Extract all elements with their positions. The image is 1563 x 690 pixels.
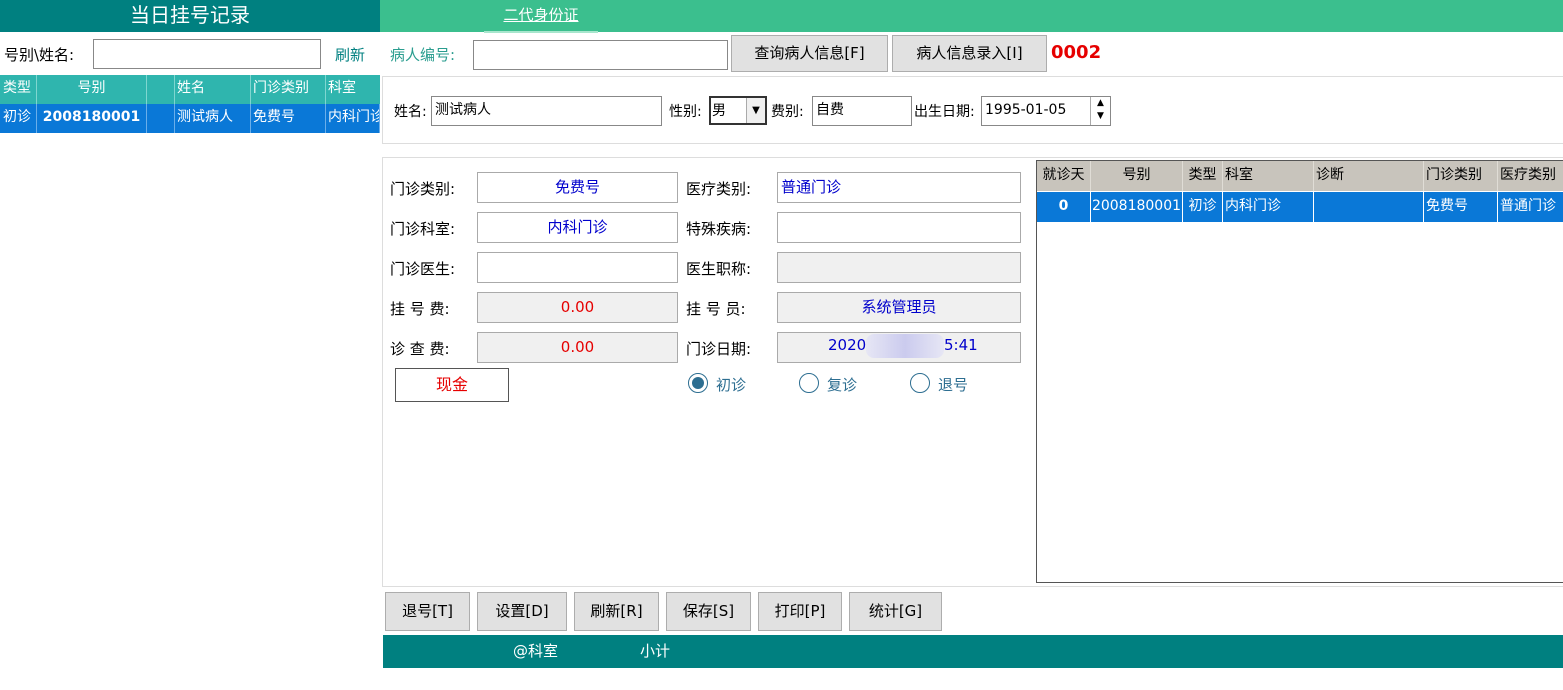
refresh-button[interactable]: 刷新[R] [574, 592, 659, 631]
patient-number-label: 病人编号: [390, 46, 456, 64]
redacted-mask [866, 334, 944, 358]
name-label: 姓名: [394, 104, 427, 120]
cash-button[interactable]: 现金 [395, 368, 509, 402]
radio-return-visit-label[interactable]: 复诊 [827, 374, 857, 395]
column-header-dept[interactable]: 科室 [1223, 161, 1314, 191]
print-button[interactable]: 打印[P] [758, 592, 842, 631]
cancel-registration-button[interactable]: 退号[T] [385, 592, 470, 631]
today-registration-table: 类型 号别 姓名 门诊类别 科室 初诊 2008180001 测试病人 免费号 … [0, 75, 380, 133]
cell-name: 测试病人 [175, 104, 251, 133]
column-header-medical-type[interactable]: 医疗类别 [1498, 161, 1563, 191]
cell-number: 2008180001 [37, 104, 147, 133]
cell-clinic-type: 免费号 [1424, 192, 1498, 222]
spin-up-icon[interactable]: ▲ [1091, 97, 1110, 110]
gender-value: 男 [712, 103, 726, 119]
status-bar: @科室 小计 [383, 635, 1563, 668]
column-header-diagnosis[interactable]: 诊断 [1314, 161, 1424, 191]
search-input[interactable] [93, 39, 321, 69]
column-header-name[interactable]: 姓名 [175, 75, 251, 104]
dob-label: 出生日期: [914, 104, 975, 120]
settings-button[interactable]: 设置[D] [477, 592, 567, 631]
dob-spinner[interactable]: ▲ ▼ [1090, 97, 1110, 125]
doctor-title-field [777, 252, 1021, 283]
registrar-label: 挂 号 员: [686, 300, 746, 318]
gender-label: 性别: [669, 104, 702, 120]
visit-history-table: 就诊天 号别 类型 科室 诊断 门诊类别 医疗类别 0 2008180001 初… [1036, 160, 1563, 583]
clinic-type-label: 门诊类别: [390, 180, 456, 198]
clinic-dept-label: 门诊科室: [390, 220, 456, 238]
doctor-label: 门诊医生: [390, 260, 456, 278]
column-header-type[interactable]: 类型 [1183, 161, 1223, 191]
column-header-dept[interactable]: 科室 [326, 75, 380, 104]
table-row[interactable]: 0 2008180001 初诊 内科门诊 免费号 普通门诊 [1037, 192, 1563, 222]
cell-blank [147, 104, 175, 133]
cell-diagnosis [1314, 192, 1424, 222]
clinic-dept-field[interactable]: 内科门诊 [477, 212, 678, 243]
radio-cancel-label[interactable]: 退号 [938, 374, 968, 395]
fee-type-field[interactable]: 自费 [812, 96, 912, 126]
status-subtotal: 小计 [640, 642, 671, 660]
patient-number-input[interactable] [473, 40, 728, 70]
fee-type-label: 费别: [771, 104, 804, 120]
radio-cancel[interactable] [910, 373, 930, 393]
cell-days: 0 [1037, 192, 1091, 222]
search-label: 号别\姓名: [4, 46, 75, 64]
cell-medical-type: 普通门诊 [1500, 198, 1556, 214]
exam-fee-field: 0.00 [477, 332, 678, 363]
patient-entry-button[interactable]: 病人信息录入[I] [892, 35, 1047, 72]
doctor-field[interactable] [477, 252, 678, 283]
status-dept: @科室 [513, 642, 559, 660]
table-header: 就诊天 号别 类型 科室 诊断 门诊类别 医疗类别 [1037, 161, 1563, 191]
column-header-type[interactable]: 类型 [0, 75, 37, 104]
column-header-number[interactable]: 号别 [1091, 161, 1183, 191]
clinic-date-label: 门诊日期: [686, 340, 752, 358]
column-header-number[interactable]: 号别 [37, 75, 147, 104]
clinic-type-field[interactable]: 免费号 [477, 172, 678, 203]
patient-count: 0002 [1051, 42, 1102, 63]
column-header-clinic-type[interactable]: 门诊类别 [251, 75, 326, 104]
table-row[interactable]: 初诊 2008180001 测试病人 免费号 内科门诊 [0, 104, 380, 133]
radio-first-visit[interactable] [688, 373, 708, 393]
doctor-title-label: 医生职称: [686, 260, 752, 278]
cell-dept: 内科门诊 [1223, 192, 1314, 222]
id-card-tab[interactable]: 二代身份证 [484, 0, 598, 33]
cell-type: 初诊 [1183, 192, 1223, 222]
statistics-button[interactable]: 统计[G] [849, 592, 942, 631]
column-header-days[interactable]: 就诊天 [1037, 161, 1091, 191]
registrar-field: 系统管理员 [777, 292, 1021, 323]
reg-fee-label: 挂 号 费: [390, 300, 450, 318]
column-header-clinic-type[interactable]: 门诊类别 [1424, 161, 1498, 191]
spin-down-icon[interactable]: ▼ [1091, 110, 1110, 123]
left-panel-title: 当日挂号记录 [0, 0, 380, 32]
medical-type-field[interactable]: 普通门诊 [777, 172, 1021, 203]
radio-first-visit-label[interactable]: 初诊 [716, 374, 746, 395]
column-header-blank[interactable] [147, 75, 175, 104]
query-patient-button[interactable]: 查询病人信息[F] [731, 35, 888, 72]
radio-return-visit[interactable] [799, 373, 819, 393]
name-field[interactable]: 测试病人 [431, 96, 662, 126]
refresh-link[interactable]: 刷新 [335, 44, 365, 65]
cell-number: 2008180001 [1091, 192, 1183, 222]
table-header: 类型 号别 姓名 门诊类别 科室 [0, 75, 380, 104]
medical-type-label: 医疗类别: [686, 180, 752, 198]
clinic-date-time: 5:41 [944, 336, 978, 354]
special-disease-label: 特殊疾病: [686, 220, 752, 238]
clinic-date-value: 2020 [828, 336, 867, 354]
cell-type: 初诊 [0, 104, 37, 133]
exam-fee-label: 诊 查 费: [390, 340, 450, 358]
save-button[interactable]: 保存[S] [666, 592, 751, 631]
cell-clinic-type: 免费号 [251, 104, 326, 133]
cell-dept: 内科门诊 [326, 104, 380, 133]
special-disease-field[interactable] [777, 212, 1021, 243]
chevron-down-icon[interactable]: ▼ [746, 98, 765, 123]
reg-fee-field: 0.00 [477, 292, 678, 323]
